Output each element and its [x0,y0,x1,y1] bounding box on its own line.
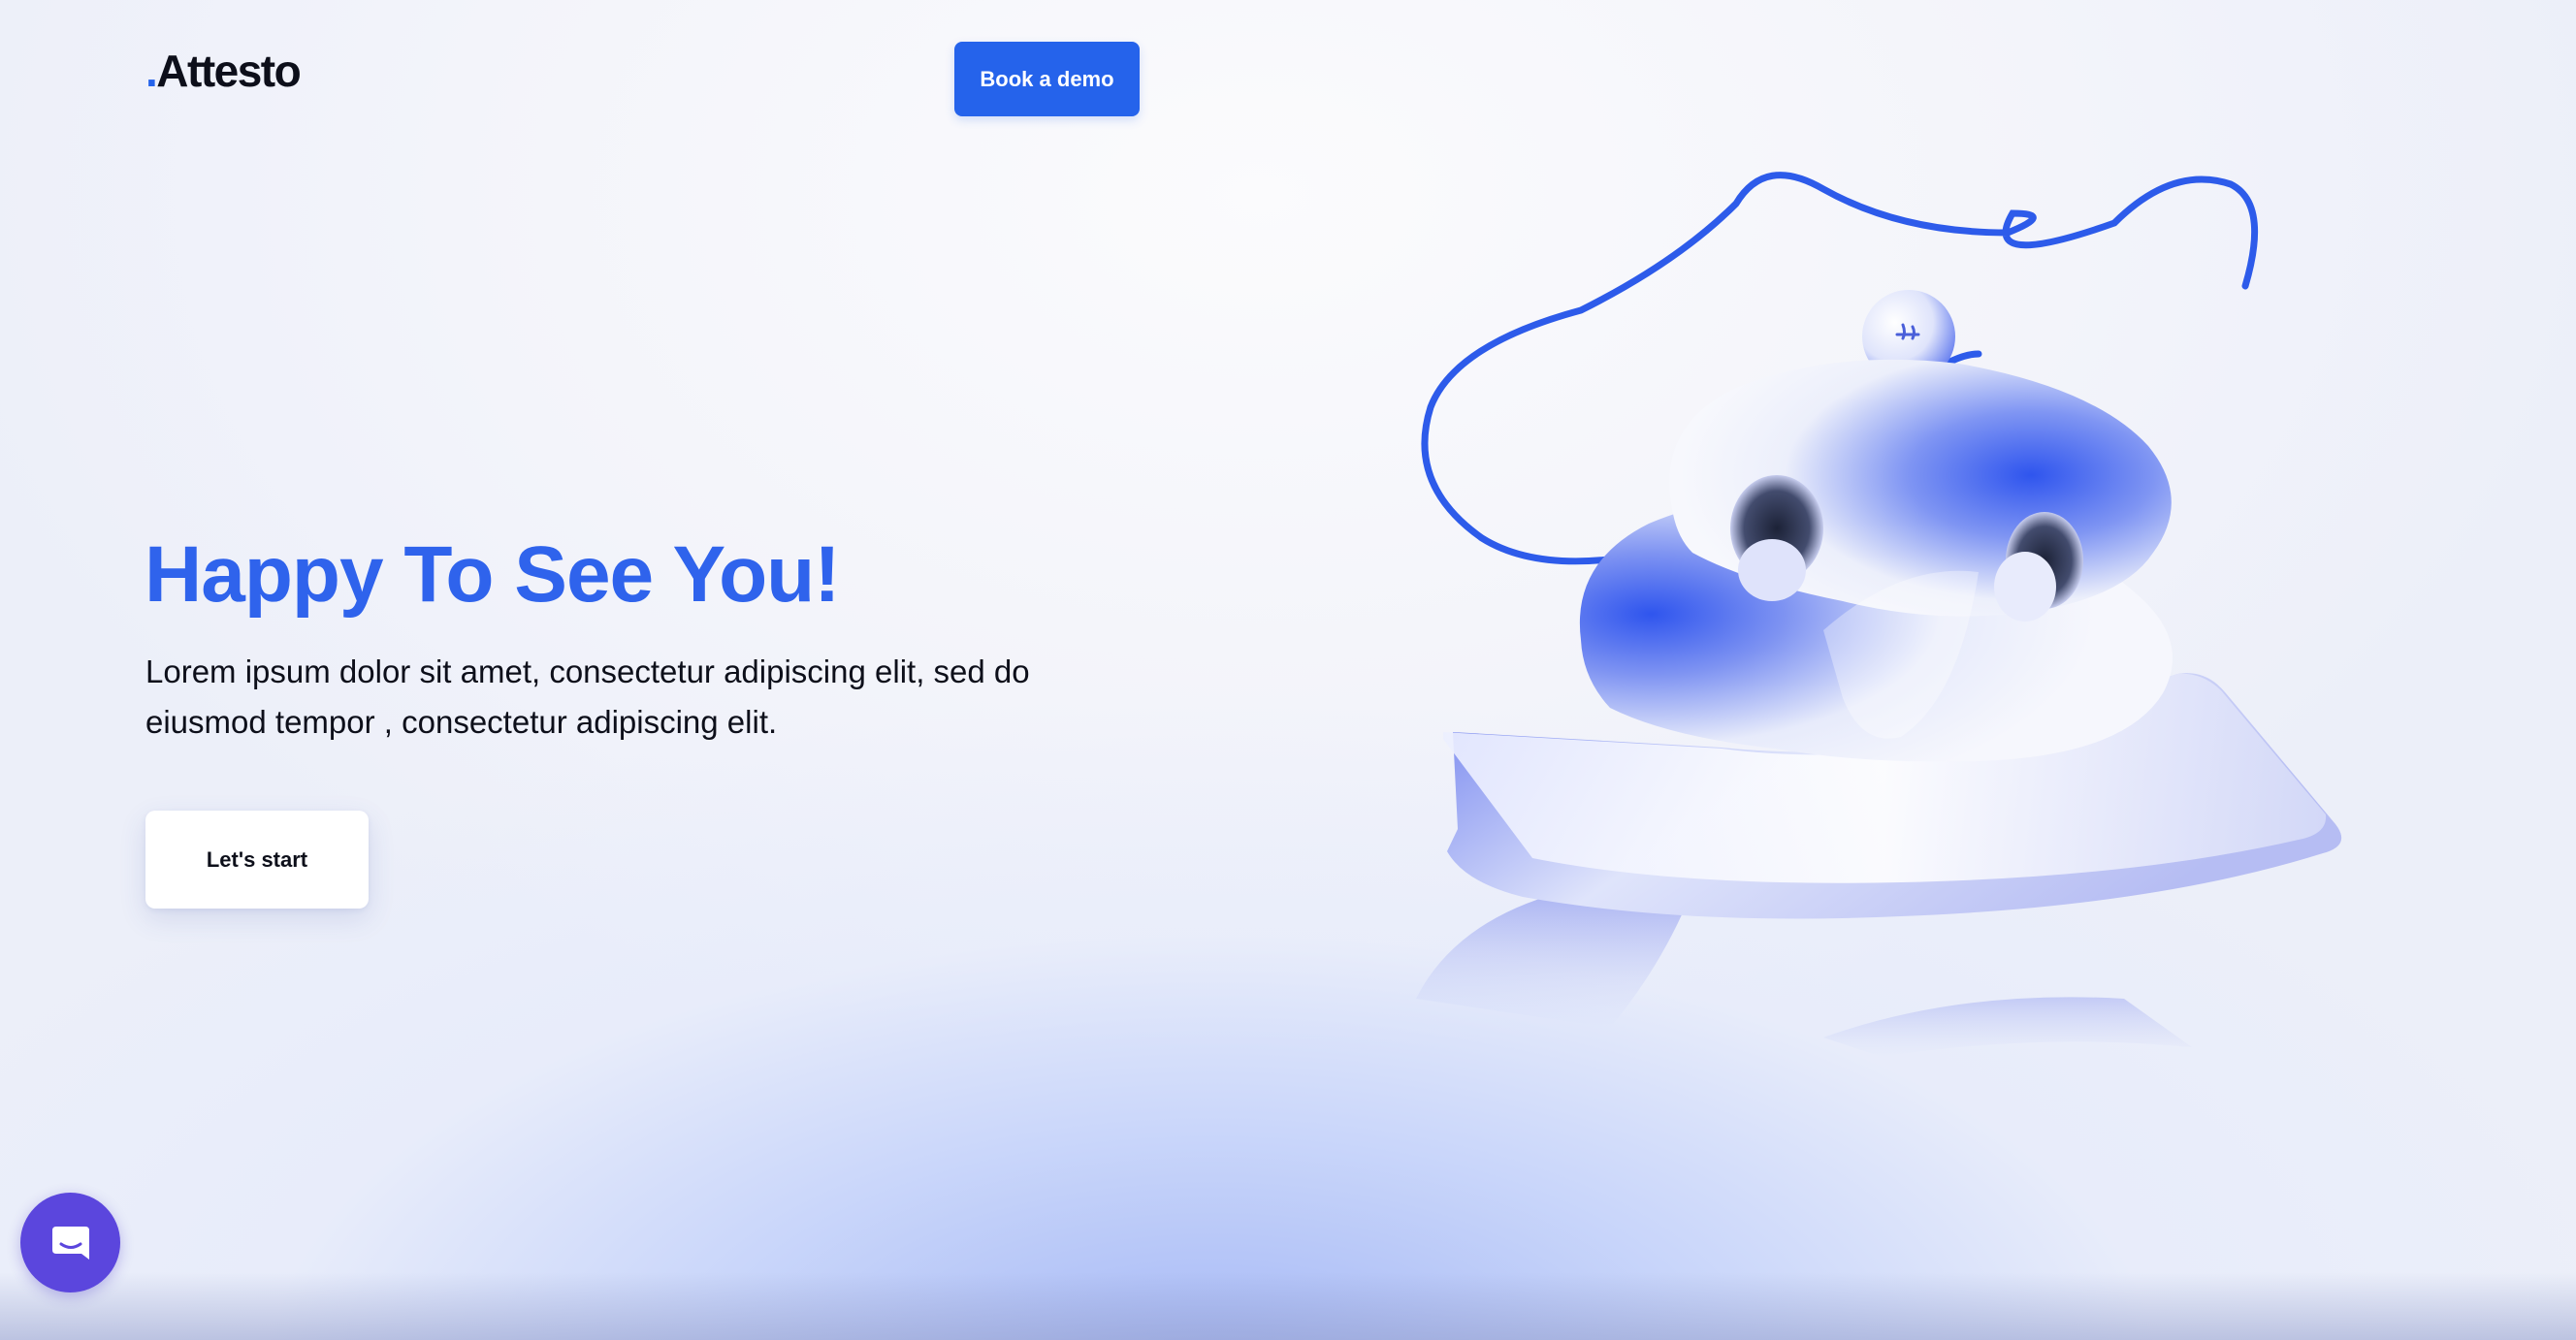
logo-dot: . [145,46,158,96]
book-demo-button[interactable]: Book a demo [954,42,1140,116]
logo-text: Attesto [156,46,301,96]
lets-start-button[interactable]: Let's start [145,811,369,909]
bottom-shade [0,1272,2576,1340]
hero-description: Lorem ipsum dolor sit amet, consectetur … [145,654,1030,740]
brand-logo[interactable]: .Attesto [145,46,302,96]
chat-bubble-icon [51,1226,89,1260]
abstract-3d-knot-illustration [1416,172,2342,1057]
hero-title: Happy To See You! [145,530,841,619]
landing-page: .Attesto Book a demo Happy To See You! L… [0,0,2576,1340]
chat-launcher-button[interactable] [20,1193,120,1292]
